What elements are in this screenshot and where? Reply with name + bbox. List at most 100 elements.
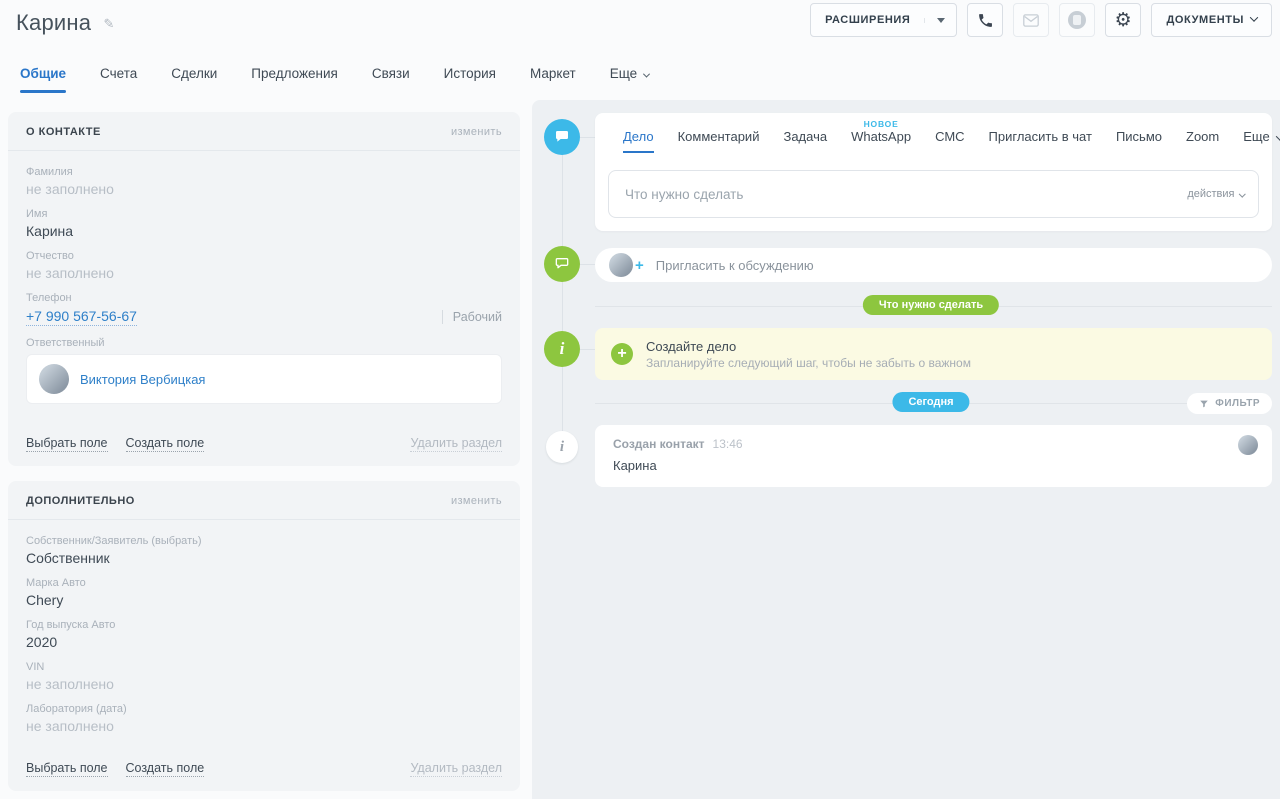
discussion-marker: [544, 246, 580, 282]
field-responsible: Ответственный Виктория Вербицкая: [26, 337, 502, 404]
field-phone: Телефон +7 990 567-56-67 Рабочий: [26, 292, 502, 326]
one-c-icon: [1068, 11, 1086, 29]
todo-composer: действия: [608, 170, 1259, 218]
field-lastname[interactable]: Фамилия не заполнено: [26, 166, 502, 197]
field-label: Телефон: [26, 292, 502, 304]
filter-button[interactable]: ФИЛЬТР: [1187, 393, 1272, 414]
field-value: не заполнено: [26, 676, 502, 692]
field-value: не заполнено: [26, 265, 502, 281]
todo-input[interactable]: [625, 187, 1187, 202]
composer-card: Дело Комментарий Задача НОВОЕ WhatsApp С…: [595, 113, 1272, 231]
field-label: Лаборатория (дата): [26, 703, 502, 715]
feed-tab-label: СМС: [935, 129, 964, 144]
tab-label: Еще: [610, 66, 637, 81]
add-task-button[interactable]: +: [611, 343, 633, 365]
timeline-connector: [580, 349, 595, 350]
tab-label: Общие: [20, 66, 66, 81]
chat-bubble-outline-icon: [554, 256, 570, 272]
info-icon: i: [560, 339, 565, 359]
extensions-dropdown-arrow[interactable]: [924, 18, 956, 23]
one-c-button[interactable]: [1059, 3, 1095, 37]
call-button[interactable]: [967, 3, 1003, 37]
tab-deals[interactable]: Сделки: [171, 66, 217, 93]
edit-section-link[interactable]: изменить: [451, 495, 502, 507]
caret-down-icon: [937, 18, 945, 23]
field-value: 2020: [26, 634, 502, 650]
field-label: Марка Авто: [26, 577, 502, 589]
chevron-down-icon: [1239, 190, 1245, 196]
tab-market[interactable]: Маркет: [530, 66, 576, 93]
new-badge: НОВОЕ: [864, 119, 899, 129]
feed-tab-label: Комментарий: [678, 129, 760, 144]
tab-history[interactable]: История: [444, 66, 496, 93]
tab-invoices[interactable]: Счета: [100, 66, 137, 93]
phone-type-label[interactable]: Рабочий: [442, 310, 502, 324]
timeline-line: [562, 140, 563, 450]
feed-tab-task[interactable]: Задача: [783, 129, 827, 153]
feed-tab-more[interactable]: Еще: [1243, 129, 1280, 153]
feed-tab-todo[interactable]: Дело: [623, 129, 654, 153]
hint-title: Создайте дело: [646, 339, 971, 354]
choose-field-link[interactable]: Выбрать поле: [26, 436, 108, 452]
documents-button[interactable]: ДОКУМЕНТЫ: [1151, 3, 1272, 37]
invite-discussion-label: Пригласить к обсуждению: [656, 258, 814, 273]
create-field-link[interactable]: Создать поле: [126, 436, 205, 452]
timeline-event-card[interactable]: Создан контакт 13:46 Карина: [595, 425, 1272, 487]
field-lab-date[interactable]: Лаборатория (дата) не заполнено: [26, 703, 502, 734]
extensions-button[interactable]: РАСШИРЕНИЯ: [810, 3, 957, 37]
additional-info-section: ДОПОЛНИТЕЛЬНО изменить Собственник/Заяви…: [8, 481, 520, 791]
field-car-year[interactable]: Год выпуска Авто 2020: [26, 619, 502, 650]
extensions-label: РАСШИРЕНИЯ: [811, 14, 924, 26]
field-label: Собственник/Заявитель (выбрать): [26, 535, 502, 547]
field-value: Chery: [26, 592, 502, 608]
field-car-brand[interactable]: Марка Авто Chery: [26, 577, 502, 608]
field-label: Отчество: [26, 250, 502, 262]
tab-relations[interactable]: Связи: [372, 66, 410, 93]
tab-general[interactable]: Общие: [20, 66, 66, 93]
todo-separator-badge: Что нужно сделать: [863, 295, 999, 315]
tab-proposals[interactable]: Предложения: [251, 66, 338, 93]
field-vin[interactable]: VIN не заполнено: [26, 661, 502, 692]
chat-bubble-icon: [554, 129, 570, 145]
composer-tabs: Дело Комментарий Задача НОВОЕ WhatsApp С…: [595, 113, 1272, 153]
feed-tab-invite-chat[interactable]: Пригласить в чат: [989, 129, 1092, 153]
edit-pencil-icon[interactable]: ✎: [103, 16, 114, 31]
chevron-down-icon: [1250, 13, 1258, 21]
feed-tab-whatsapp[interactable]: НОВОЕ WhatsApp: [851, 129, 911, 153]
responsible-name: Виктория Вербицкая: [80, 372, 205, 387]
feed-tab-label: Задача: [783, 129, 827, 144]
header-toolbar: РАСШИРЕНИЯ ⚙ ДОКУМЕНТЫ: [810, 3, 1272, 37]
chevron-down-icon: [643, 71, 650, 78]
gear-icon: ⚙: [1115, 11, 1133, 30]
phone-number-link[interactable]: +7 990 567-56-67: [26, 308, 137, 326]
delete-section-link[interactable]: Удалить раздел: [410, 436, 502, 452]
tab-more[interactable]: Еще: [610, 66, 649, 93]
mail-button[interactable]: [1013, 3, 1049, 37]
feed-tab-comment[interactable]: Комментарий: [678, 129, 760, 153]
info-icon: i: [560, 439, 564, 456]
create-field-link[interactable]: Создать поле: [126, 761, 205, 777]
feed-tab-label: Еще: [1243, 129, 1269, 144]
settings-button[interactable]: ⚙: [1105, 3, 1141, 37]
page-title: Карина ✎: [16, 10, 115, 36]
field-firstname[interactable]: Имя Карина: [26, 208, 502, 239]
feed-tab-sms[interactable]: СМС: [935, 129, 964, 153]
field-owner-type[interactable]: Собственник/Заявитель (выбрать) Собствен…: [26, 535, 502, 566]
responsible-user-card[interactable]: Виктория Вербицкая: [26, 354, 502, 404]
field-middlename[interactable]: Отчество не заполнено: [26, 250, 502, 281]
avatar: [609, 253, 633, 277]
edit-section-link[interactable]: изменить: [451, 126, 502, 138]
invite-discussion-bar[interactable]: + Пригласить к обсуждению: [595, 248, 1272, 282]
delete-section-link[interactable]: Удалить раздел: [410, 761, 502, 777]
plus-icon: +: [635, 257, 644, 274]
actions-label: действия: [1187, 188, 1234, 200]
feed-tab-zoom[interactable]: Zoom: [1186, 129, 1219, 153]
feed-tab-label: WhatsApp: [851, 129, 911, 144]
field-value: не заполнено: [26, 181, 502, 197]
choose-field-link[interactable]: Выбрать поле: [26, 761, 108, 777]
hint-subtitle: Запланируйте следующий шаг, чтобы не заб…: [646, 356, 971, 370]
feed-tab-email[interactable]: Письмо: [1116, 129, 1162, 153]
contact-name-title: Карина: [16, 10, 91, 35]
field-label: Имя: [26, 208, 502, 220]
actions-dropdown[interactable]: действия: [1187, 188, 1244, 200]
